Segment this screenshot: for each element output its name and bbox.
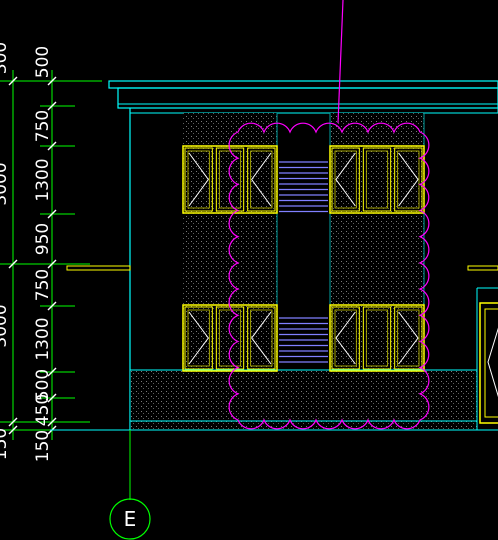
dimension-label-inner: 950 bbox=[33, 223, 53, 255]
dimension-label-inner: 500 bbox=[33, 46, 53, 78]
building-elevation[interactable] bbox=[50, 80, 498, 431]
dimension-label-inner: 1300 bbox=[33, 317, 53, 360]
dimension-label-inner: 750 bbox=[33, 269, 53, 301]
dimension-label-outer: 150 bbox=[0, 428, 11, 460]
dimension-label-inner: 1300 bbox=[33, 158, 53, 201]
dimension-chains: 30030003000150 5007501300950750130050045… bbox=[0, 42, 102, 462]
dimension-label-outer: 300 bbox=[0, 42, 11, 74]
cad-drawing-canvas[interactable]: 30030003000150 5007501300950750130050045… bbox=[0, 0, 498, 540]
axis-bubble-e[interactable]: E bbox=[109, 498, 151, 540]
canopy-left bbox=[66, 265, 131, 271]
wall-hatch-right bbox=[330, 113, 424, 370]
dimension-label-outer: 3000 bbox=[0, 304, 11, 347]
axis-label: E bbox=[124, 507, 137, 531]
canopy-right bbox=[467, 265, 498, 271]
stair-treads bbox=[279, 161, 328, 363]
dimension-label-inner: 450 bbox=[33, 394, 53, 426]
dimension-label-outer: 3000 bbox=[0, 162, 11, 205]
dimension-label-inner: 750 bbox=[33, 110, 53, 142]
partial-window-right[interactable] bbox=[479, 302, 498, 424]
revision-leader[interactable] bbox=[337, 0, 344, 124]
roof-fascia bbox=[117, 87, 498, 109]
roof-eave bbox=[108, 80, 498, 89]
cornice bbox=[129, 107, 498, 114]
dimension-label-inner: 150 bbox=[33, 430, 53, 462]
outer-dimension-labels: 300 3000 3000 150 bbox=[0, 42, 11, 460]
